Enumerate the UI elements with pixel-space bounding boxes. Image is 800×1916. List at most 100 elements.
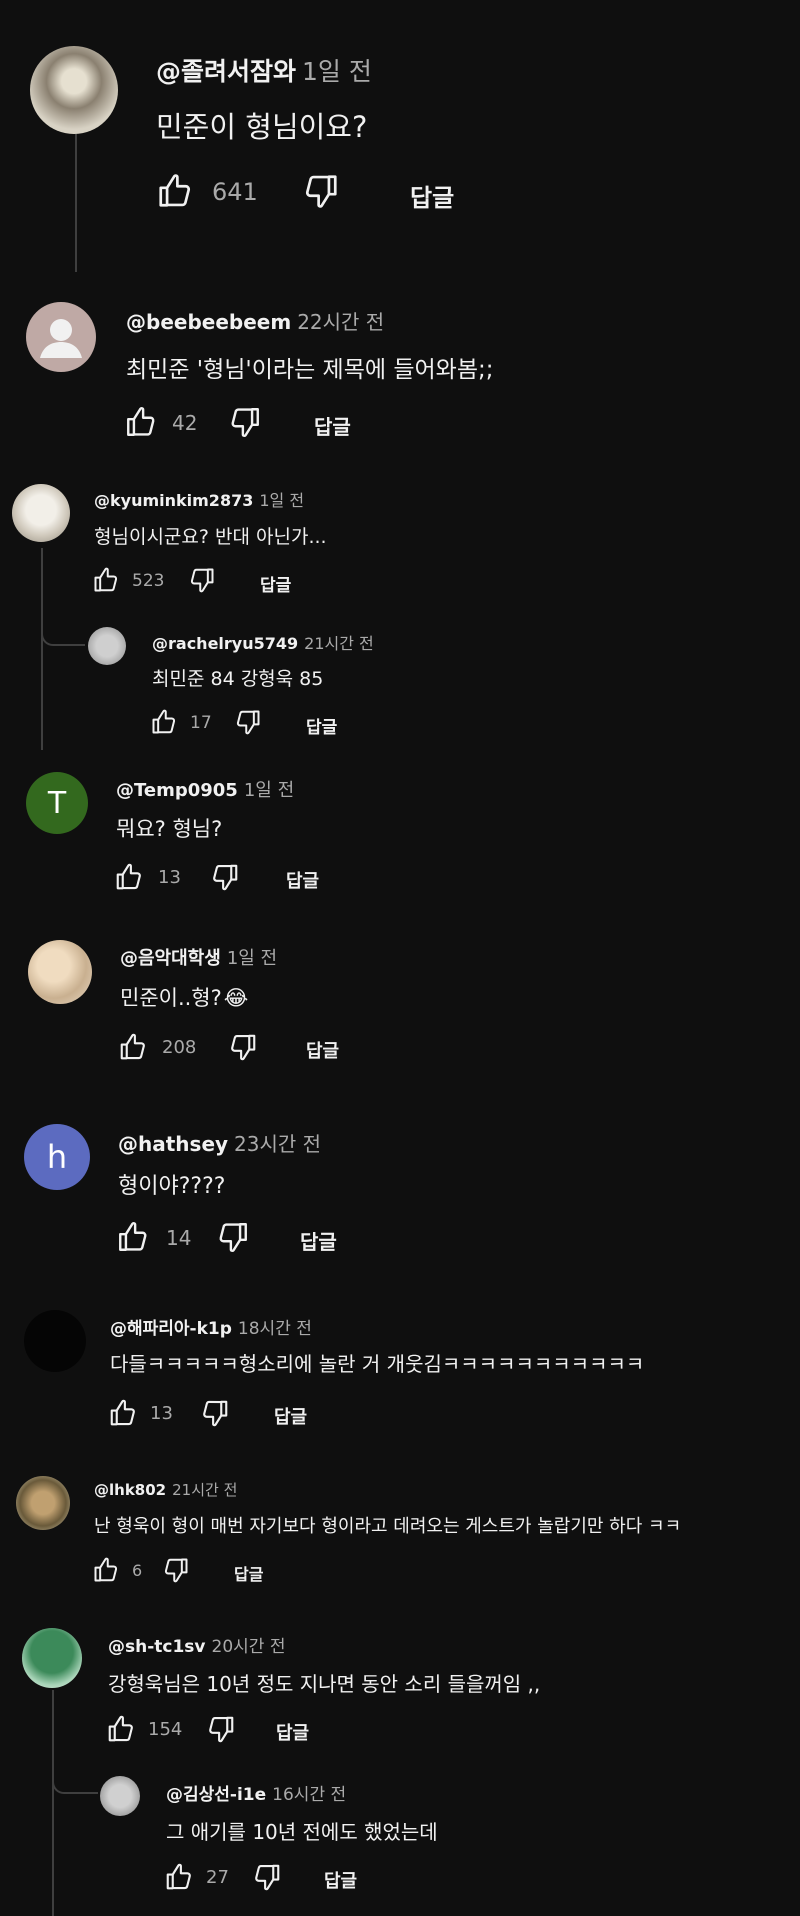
comment-time[interactable]: 20시간 전 bbox=[212, 1637, 286, 1657]
comment-time[interactable]: 16시간 전 bbox=[272, 1785, 346, 1805]
comment-text: 민준이..형?😂 bbox=[120, 982, 248, 1012]
like-count: 6 bbox=[132, 1561, 143, 1580]
avatar[interactable] bbox=[26, 302, 96, 372]
comment-author[interactable]: @lhk802 bbox=[94, 1481, 166, 1499]
like-count: 14 bbox=[166, 1226, 192, 1250]
like-count: 13 bbox=[150, 1403, 173, 1424]
dislike-button[interactable] bbox=[200, 1398, 230, 1428]
thumb-up-icon bbox=[124, 405, 158, 439]
reply-button[interactable]: 답글 bbox=[234, 1561, 263, 1585]
like-button[interactable] bbox=[106, 1714, 136, 1744]
comment-time[interactable]: 1일 전 bbox=[244, 780, 294, 801]
avatar[interactable] bbox=[12, 484, 70, 542]
dislike-button[interactable] bbox=[302, 172, 340, 210]
thumb-down-icon bbox=[206, 1714, 236, 1744]
reply-button[interactable]: 답글 bbox=[324, 1867, 357, 1893]
comment-text: 최민준 '형님'이라는 제목에 들어와봄;; bbox=[126, 357, 494, 383]
comment-author[interactable]: @hathsey bbox=[118, 1132, 228, 1156]
comment-time[interactable]: 18시간 전 bbox=[238, 1319, 312, 1339]
comment-text: 난 형욱이 형이 매번 자기보다 형이라고 데려오는 게스트가 놀랍기만 하다 … bbox=[94, 1516, 682, 1537]
dislike-button[interactable] bbox=[216, 1220, 250, 1254]
like-button[interactable] bbox=[124, 405, 158, 439]
reply-button[interactable]: 답글 bbox=[306, 713, 337, 738]
dislike-button[interactable] bbox=[210, 862, 240, 892]
comment-author[interactable]: @Temp0905 bbox=[116, 780, 238, 801]
reply-button[interactable]: 답글 bbox=[276, 1719, 309, 1745]
thumb-down-icon bbox=[228, 405, 262, 439]
thumb-down-icon bbox=[216, 1220, 250, 1254]
like-button[interactable] bbox=[164, 1862, 194, 1892]
avatar-letter: h bbox=[46, 1138, 68, 1176]
like-count: 17 bbox=[190, 713, 212, 733]
comment-time[interactable]: 21시간 전 bbox=[172, 1481, 237, 1499]
dislike-button[interactable] bbox=[206, 1714, 236, 1744]
like-button[interactable] bbox=[156, 172, 194, 210]
thumb-down-icon bbox=[234, 708, 262, 736]
reply-button[interactable]: 답글 bbox=[260, 571, 291, 596]
thumb-up-icon bbox=[156, 172, 194, 210]
avatar[interactable]: h bbox=[24, 1124, 90, 1190]
thumb-up-icon bbox=[150, 708, 178, 736]
comment-time[interactable]: 23시간 전 bbox=[234, 1132, 321, 1156]
thumb-down-icon bbox=[162, 1556, 190, 1584]
comment-time[interactable]: 22시간 전 bbox=[297, 310, 384, 334]
comment-text: 강형욱님은 10년 정도 지나면 동안 소리 들을꺼임 ,, bbox=[108, 1672, 541, 1696]
like-button[interactable] bbox=[92, 1556, 120, 1584]
reply-button[interactable]: 답글 bbox=[286, 867, 319, 893]
dislike-button[interactable] bbox=[252, 1862, 282, 1892]
reply-button[interactable]: 답글 bbox=[410, 178, 454, 213]
like-count: 154 bbox=[148, 1719, 183, 1740]
thumb-up-icon bbox=[106, 1714, 136, 1744]
reply-button[interactable]: 답글 bbox=[306, 1037, 339, 1063]
avatar[interactable]: T bbox=[26, 772, 88, 834]
comment-author[interactable]: @해파리아-k1p bbox=[110, 1319, 232, 1339]
dislike-button[interactable] bbox=[234, 708, 262, 736]
comment-time[interactable]: 21시간 전 bbox=[304, 634, 374, 653]
like-button[interactable] bbox=[114, 862, 144, 892]
avatar-letter: T bbox=[47, 785, 67, 821]
like-button[interactable] bbox=[108, 1398, 138, 1428]
like-button[interactable] bbox=[118, 1032, 148, 1062]
comment-author[interactable]: @졸려서잠와 bbox=[156, 57, 296, 86]
avatar[interactable] bbox=[24, 1310, 86, 1372]
comment-text-body: 민준이..형? bbox=[120, 986, 222, 1010]
like-button[interactable] bbox=[116, 1220, 150, 1254]
avatar[interactable] bbox=[100, 1776, 140, 1816]
thumb-down-icon bbox=[210, 862, 240, 892]
thread-line bbox=[75, 120, 77, 272]
reply-button[interactable]: 답글 bbox=[300, 1226, 337, 1255]
comment-author[interactable]: @rachelryu5749 bbox=[152, 634, 298, 653]
avatar[interactable] bbox=[88, 627, 126, 665]
reply-connector bbox=[52, 1760, 98, 1794]
thumb-up-icon bbox=[116, 1220, 150, 1254]
thumb-up-icon bbox=[108, 1398, 138, 1428]
thread-line bbox=[41, 548, 43, 750]
thumb-up-icon bbox=[118, 1032, 148, 1062]
like-button[interactable] bbox=[92, 566, 120, 594]
like-count: 523 bbox=[132, 571, 165, 591]
comment-author[interactable]: @음악대학생 bbox=[120, 948, 221, 969]
comment-time[interactable]: 1일 전 bbox=[302, 57, 372, 86]
reply-button[interactable]: 답글 bbox=[314, 411, 351, 440]
dislike-button[interactable] bbox=[162, 1556, 190, 1584]
comment-author[interactable]: @sh-tc1sv bbox=[108, 1637, 206, 1657]
dislike-button[interactable] bbox=[228, 1032, 258, 1062]
like-button[interactable] bbox=[150, 708, 178, 736]
comment-time[interactable]: 1일 전 bbox=[227, 948, 277, 969]
dislike-button[interactable] bbox=[188, 566, 216, 594]
comment-text: 최민준 84 강형욱 85 bbox=[152, 668, 324, 690]
laughing-emoji-icon: 😂 bbox=[223, 986, 249, 1010]
comment-time[interactable]: 1일 전 bbox=[259, 491, 304, 510]
like-count: 641 bbox=[212, 178, 258, 206]
thumb-up-icon bbox=[92, 1556, 120, 1584]
avatar[interactable] bbox=[22, 1628, 82, 1688]
dislike-button[interactable] bbox=[228, 405, 262, 439]
thumb-down-icon bbox=[200, 1398, 230, 1428]
comment-author[interactable]: @김상선-i1e bbox=[166, 1785, 266, 1805]
avatar[interactable] bbox=[30, 46, 118, 134]
comment-author[interactable]: @beebeebeem bbox=[126, 310, 291, 334]
avatar[interactable] bbox=[16, 1476, 70, 1530]
avatar[interactable] bbox=[28, 940, 92, 1004]
reply-button[interactable]: 답글 bbox=[274, 1403, 307, 1429]
comment-author[interactable]: @kyuminkim2873 bbox=[94, 491, 253, 510]
